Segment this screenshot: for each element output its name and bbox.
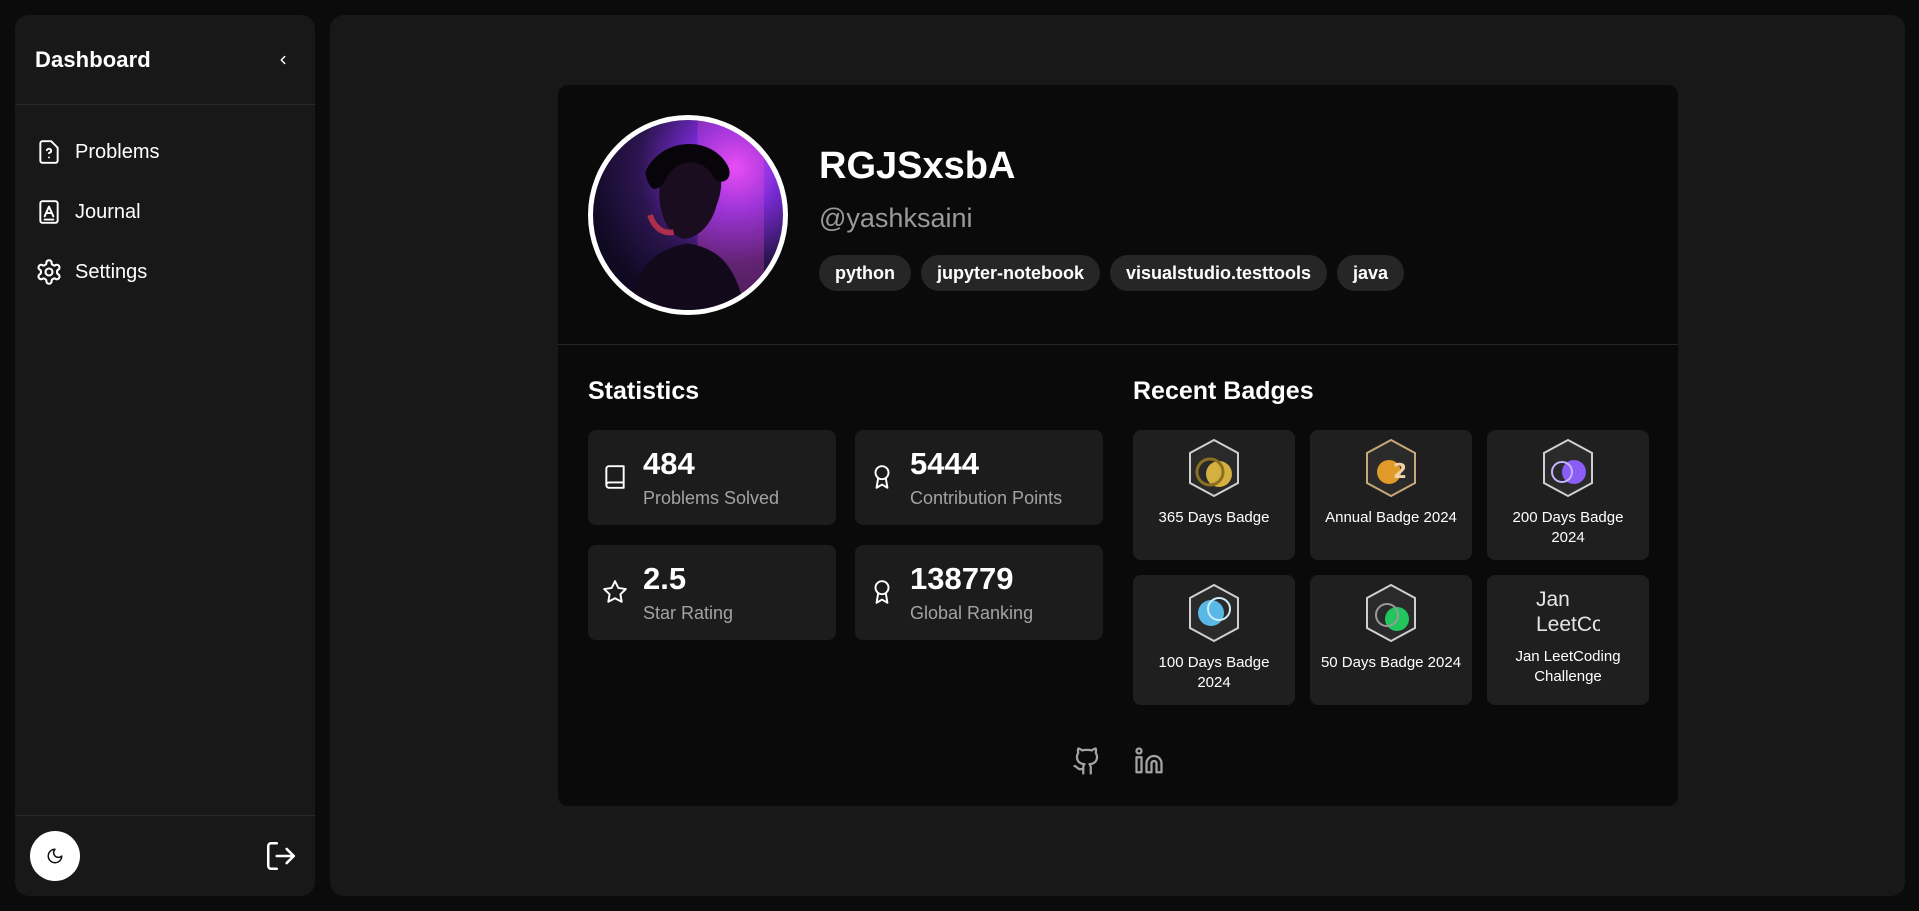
profile-header: RGJSxsbA @yashksaini python jupyter-note… (558, 85, 1678, 345)
contact-book-icon (35, 198, 63, 226)
badge-name: 365 Days Badge (1158, 509, 1270, 526)
sidebar-item-label: Journal (75, 200, 141, 223)
award-icon (869, 579, 895, 605)
badge-jan-leetcoding-challenge[interactable]: Jan LeetCo Jan LeetCoding Challenge (1487, 575, 1649, 705)
skill-tag: java (1337, 255, 1405, 291)
stat-star-rating: 2.5 Star Rating (588, 545, 836, 640)
profile-handle: @yashksaini (819, 203, 973, 233)
skill-tags: python jupyter-notebook visualstudio.tes… (819, 255, 1405, 291)
stat-label: Contribution Points (910, 488, 1063, 508)
sidebar-nav: Problems Journal Settings (15, 105, 315, 292)
sidebar-header: Dashboard (15, 15, 315, 105)
skill-tag: python (819, 255, 911, 291)
stat-problems-solved: 484 Problems Solved (588, 430, 836, 525)
badge-100-days-2024[interactable]: 100 Days Badge 2024 (1133, 575, 1295, 705)
main-content: RGJSxsbA @yashksaini python jupyter-note… (330, 15, 1905, 896)
file-question-icon (35, 138, 63, 166)
statistics-heading: Statistics (588, 377, 700, 405)
badges-heading: Recent Badges (1133, 377, 1314, 405)
sidebar-item-label: Settings (75, 260, 148, 283)
broken-image-icon: Jan LeetCo (1536, 587, 1600, 637)
sidebar-title: Dashboard (35, 46, 151, 72)
stat-label: Global Ranking (910, 603, 1034, 623)
github-icon (1073, 747, 1099, 775)
stat-label: Star Rating (643, 603, 734, 623)
chevron-left-icon (280, 55, 286, 64)
collapse-sidebar-button[interactable] (271, 48, 295, 72)
skill-tag: visualstudio.testtools (1110, 255, 1328, 291)
star-icon (602, 579, 628, 605)
badge-365-icon (1189, 438, 1239, 498)
stat-global-ranking: 138779 Global Ranking (855, 545, 1103, 640)
badges-grid: 365 Days Badge 2 Annual Badge 2024 200 D… (1133, 430, 1649, 705)
badge-name: Jan LeetCoding Challenge (1515, 648, 1621, 685)
theme-toggle-button[interactable] (30, 831, 80, 881)
badge-100-days-icon (1189, 583, 1239, 643)
profile-card: RGJSxsbA @yashksaini python jupyter-note… (558, 85, 1678, 806)
gear-icon (35, 258, 63, 286)
badge-365-days[interactable]: 365 Days Badge (1133, 430, 1295, 560)
stat-value: 2.5 (643, 561, 687, 596)
badge-200-days-icon (1543, 438, 1593, 498)
stat-value: 5444 (910, 446, 979, 481)
stat-value: 484 (643, 446, 695, 481)
badge-name: 50 Days Badge 2024 (1320, 654, 1462, 671)
linkedin-link[interactable] (1133, 745, 1165, 777)
stat-contribution-points: 5444 Contribution Points (855, 430, 1103, 525)
log-out-icon (266, 841, 296, 871)
badge-200-days-2024[interactable]: 200 Days Badge 2024 (1487, 430, 1649, 560)
svg-text:2: 2 (1393, 459, 1407, 483)
github-link[interactable] (1071, 745, 1103, 777)
social-links (558, 745, 1678, 777)
badge-annual-icon: 2 (1366, 438, 1416, 498)
book-icon (602, 464, 628, 490)
sidebar-item-label: Problems (75, 140, 160, 163)
stat-value: 138779 (910, 561, 1014, 596)
statistics-grid: 484 Problems Solved 5444 Contribution Po… (588, 430, 1103, 640)
moon-icon (47, 848, 63, 864)
badge-image-alt: Jan LeetCo (1536, 588, 1600, 636)
profile-name: RGJSxsbA (819, 145, 1016, 187)
sidebar-item-settings[interactable]: Settings (15, 252, 315, 292)
badge-name: 100 Days Badge 2024 (1158, 654, 1270, 691)
award-icon (869, 464, 895, 490)
logout-button[interactable] (263, 838, 299, 874)
badge-name: 200 Days Badge 2024 (1512, 509, 1624, 546)
sidebar: Dashboard Problems Journal Settings (15, 15, 315, 896)
avatar (588, 115, 788, 315)
linkedin-icon (1135, 747, 1163, 774)
skill-tag: jupyter-notebook (921, 255, 1100, 291)
badge-50-days-icon (1366, 583, 1416, 643)
stat-label: Problems Solved (643, 488, 780, 508)
badge-50-days-2024[interactable]: 50 Days Badge 2024 (1310, 575, 1472, 705)
badge-name: Annual Badge 2024 (1325, 509, 1457, 526)
badge-annual-2024[interactable]: 2 Annual Badge 2024 (1310, 430, 1472, 560)
sidebar-item-problems[interactable]: Problems (15, 132, 315, 172)
sidebar-item-journal[interactable]: Journal (15, 192, 315, 232)
sidebar-footer (15, 815, 315, 896)
